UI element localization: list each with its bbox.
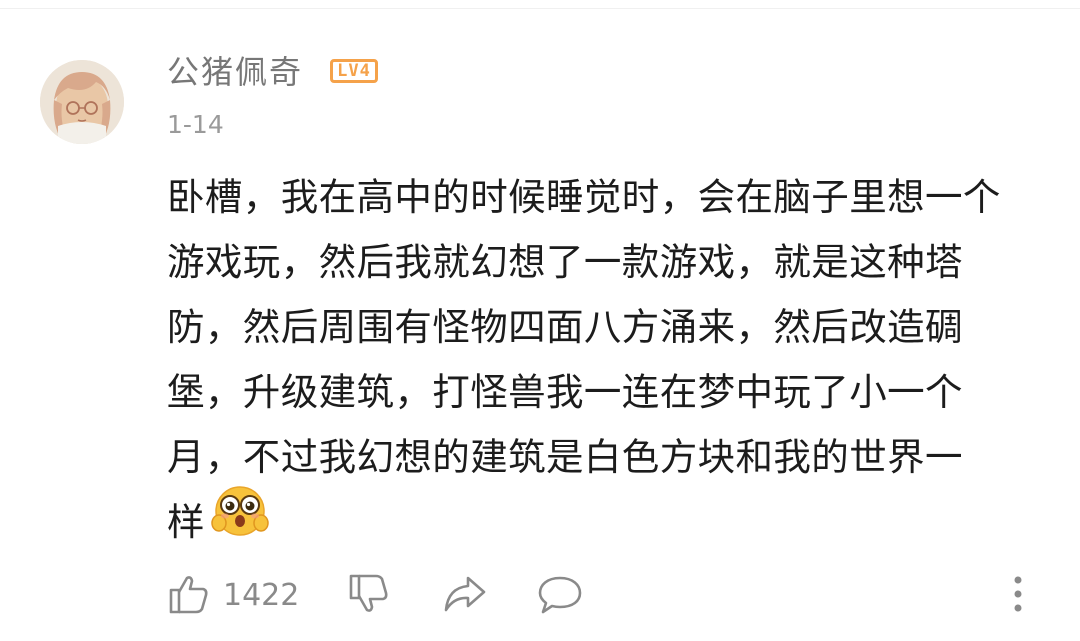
username[interactable]: 公猪佩奇 xyxy=(167,50,303,94)
shocked-face-emoji-icon xyxy=(211,483,269,557)
share-button[interactable] xyxy=(440,570,490,620)
thumbs-down-icon xyxy=(349,574,388,612)
comment-text[interactable]: 卧槽，我在高中的时候睡觉时，会在脑子里想一个 游戏玩，然后我就幻想了一款游戏，就… xyxy=(167,165,1047,555)
more-button[interactable] xyxy=(1000,570,1036,620)
thumbs-up-icon xyxy=(169,576,208,614)
comment-text-line: 堡，升级建筑，打怪兽我一连在梦中玩了小一个 xyxy=(167,370,963,414)
level-badge: LV4 xyxy=(330,59,378,83)
comment-bubble-icon xyxy=(538,576,582,614)
comment-text-line: 游戏玩，然后我就幻想了一款游戏，就是这种塔 xyxy=(167,240,963,284)
more-vertical-icon xyxy=(1014,576,1022,612)
comment-text-line-last: 样 xyxy=(167,485,1047,555)
comment-item: 公猪佩奇 LV4 1-14 卧槽，我在高中的时候睡觉时，会在脑子里想一个 游戏玩… xyxy=(0,0,1080,641)
comment-text-line: 防，然后周围有怪物四面八方涌来，然后改造碉 xyxy=(167,305,963,349)
comment-text-line: 月，不过我幻想的建筑是白色方块和我的世界一 xyxy=(167,435,963,479)
like-button[interactable]: 1422 xyxy=(165,570,299,620)
comment-text-last-words: 样 xyxy=(167,500,205,544)
comment-text-line: 卧槽，我在高中的时候睡觉时，会在脑子里想一个 xyxy=(167,175,1001,219)
reply-button[interactable] xyxy=(535,570,585,620)
comment-actions: 1422 xyxy=(0,570,1080,620)
avatar-image xyxy=(40,60,124,144)
avatar[interactable] xyxy=(40,60,124,144)
dislike-button[interactable] xyxy=(345,570,393,620)
share-arrow-icon xyxy=(444,576,486,612)
comment-date: 1-14 xyxy=(167,110,224,139)
like-count: 1422 xyxy=(223,578,300,613)
